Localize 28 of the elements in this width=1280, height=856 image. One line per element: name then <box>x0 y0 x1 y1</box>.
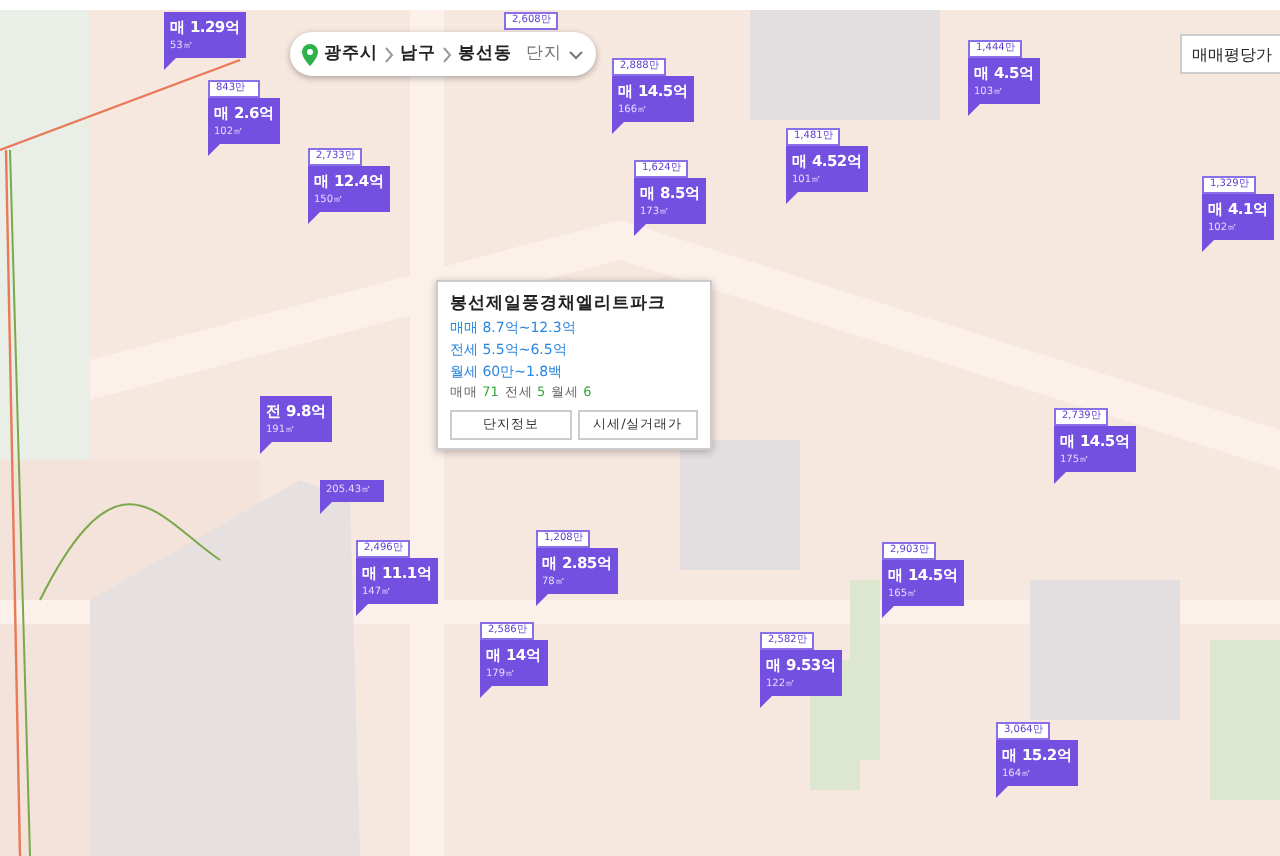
location-crumb[interactable]: 광주시 <box>324 42 378 66</box>
price-filter-dropdown[interactable]: 매매평당가 <box>1180 34 1280 74</box>
marker-tail-icon <box>356 604 368 616</box>
marker-tail-icon <box>260 442 272 454</box>
location-crumb[interactable]: 남구 <box>400 42 436 66</box>
location-search-bar[interactable]: 광주시 남구 봉선동 단지 <box>290 32 596 76</box>
marker-tail-icon <box>882 606 894 618</box>
location-crumb[interactable]: 봉선동 <box>458 42 512 66</box>
marker-tail-icon <box>786 192 798 204</box>
marker-tail-icon <box>760 696 772 708</box>
marker-tail-icon <box>612 122 624 134</box>
marker-tail-icon <box>634 224 646 236</box>
chevron-icon <box>442 45 452 63</box>
marker-tail-icon <box>996 786 1008 798</box>
marker-tail-icon <box>968 104 980 116</box>
marker-tail-icon <box>320 502 332 514</box>
chevron-down-icon <box>568 49 584 59</box>
marker-tail-icon <box>164 58 176 70</box>
location-pin-icon <box>302 43 318 65</box>
marker-tail-icon <box>480 686 492 698</box>
marker-tail-icon <box>536 594 548 606</box>
marker-tail-icon <box>1054 472 1066 484</box>
marker-tail-icon <box>308 212 320 224</box>
marker-tail-icon <box>208 144 220 156</box>
popup-title: 봉선제일풍경채엘리트파크 <box>450 292 668 316</box>
marker-tail-icon <box>1202 240 1214 252</box>
chevron-icon <box>384 45 394 63</box>
complex-dropdown[interactable]: 단지 <box>526 42 562 66</box>
